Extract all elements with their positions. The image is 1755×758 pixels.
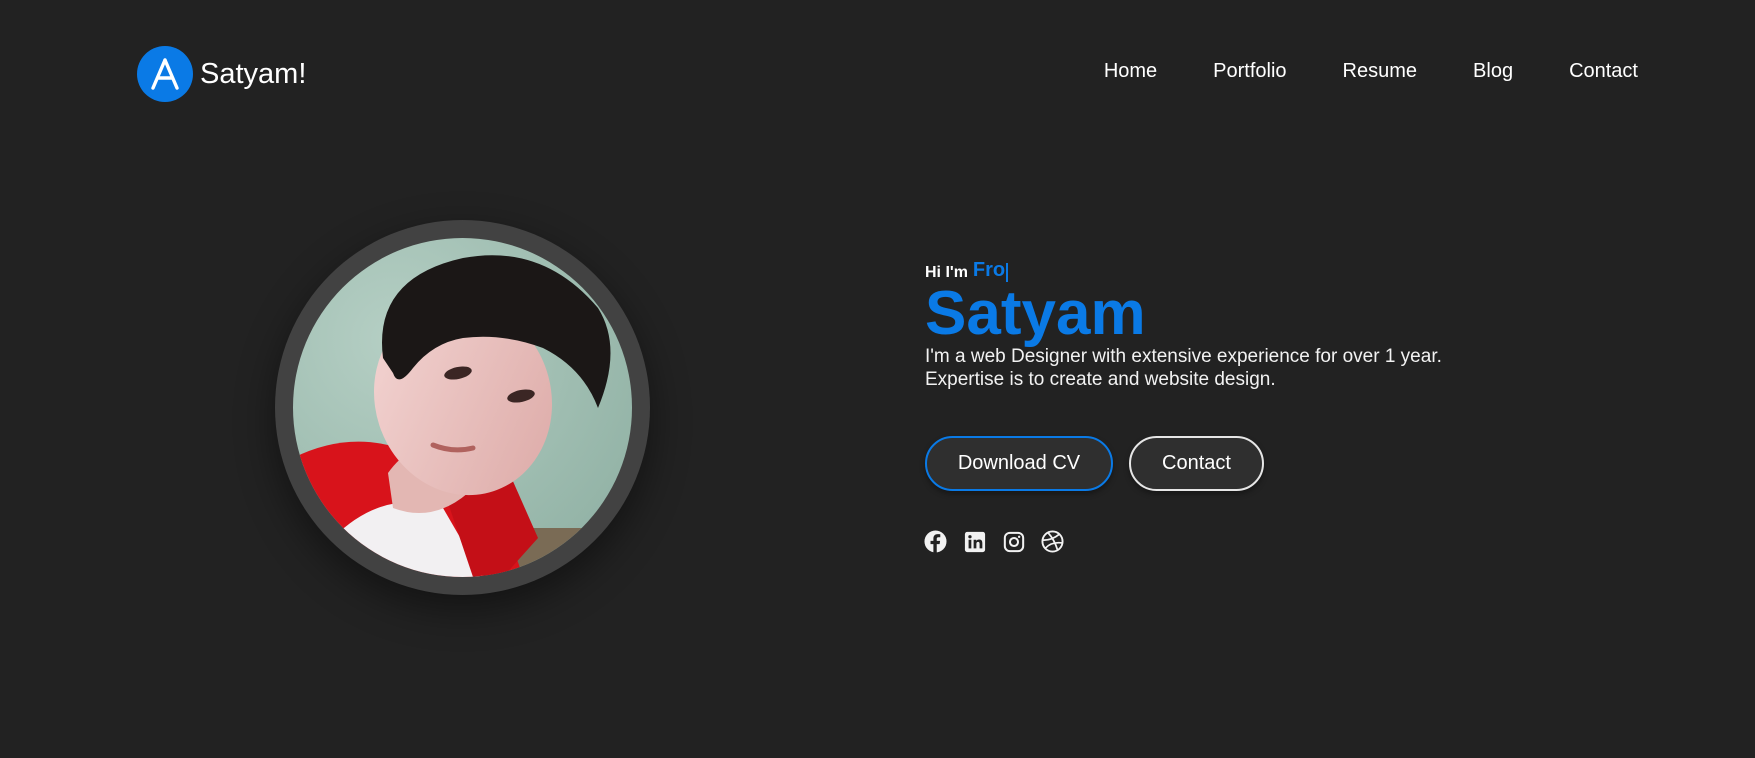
nav-portfolio[interactable]: Portfolio xyxy=(1213,60,1286,83)
contact-button[interactable]: Contact xyxy=(1129,436,1264,491)
linkedin-icon[interactable] xyxy=(963,530,986,553)
nav-resume[interactable]: Resume xyxy=(1343,60,1417,83)
brand-link[interactable]: Satyam! xyxy=(137,46,306,102)
social-links xyxy=(924,530,1064,553)
download-cv-button[interactable]: Download CV xyxy=(925,436,1113,491)
facebook-icon[interactable] xyxy=(924,530,947,553)
hero-description-line-2: Expertise is to create and website desig… xyxy=(925,369,1276,390)
navbar: Satyam! Home Portfolio Resume Blog Conta… xyxy=(0,0,1755,148)
main-menu: Home Portfolio Resume Blog Contact xyxy=(1104,60,1638,83)
hero-description-line-1: I'm a web Designer with extensive experi… xyxy=(925,346,1442,367)
profile-photo xyxy=(293,238,632,577)
nav-contact[interactable]: Contact xyxy=(1569,60,1638,83)
hero-buttons: Download CV Contact xyxy=(925,436,1264,491)
instagram-icon[interactable] xyxy=(1002,530,1025,553)
hero-name: Satyam xyxy=(925,279,1146,348)
brand-name: Satyam! xyxy=(200,57,307,90)
logo-icon xyxy=(137,46,193,102)
profile-photo-frame xyxy=(275,220,650,595)
nav-home[interactable]: Home xyxy=(1104,60,1157,83)
dribbble-icon[interactable] xyxy=(1041,530,1064,553)
hero-intro: Hi I'm Fro Satyam I'm a web Designer wit… xyxy=(925,258,1625,391)
nav-blog[interactable]: Blog xyxy=(1473,60,1513,83)
